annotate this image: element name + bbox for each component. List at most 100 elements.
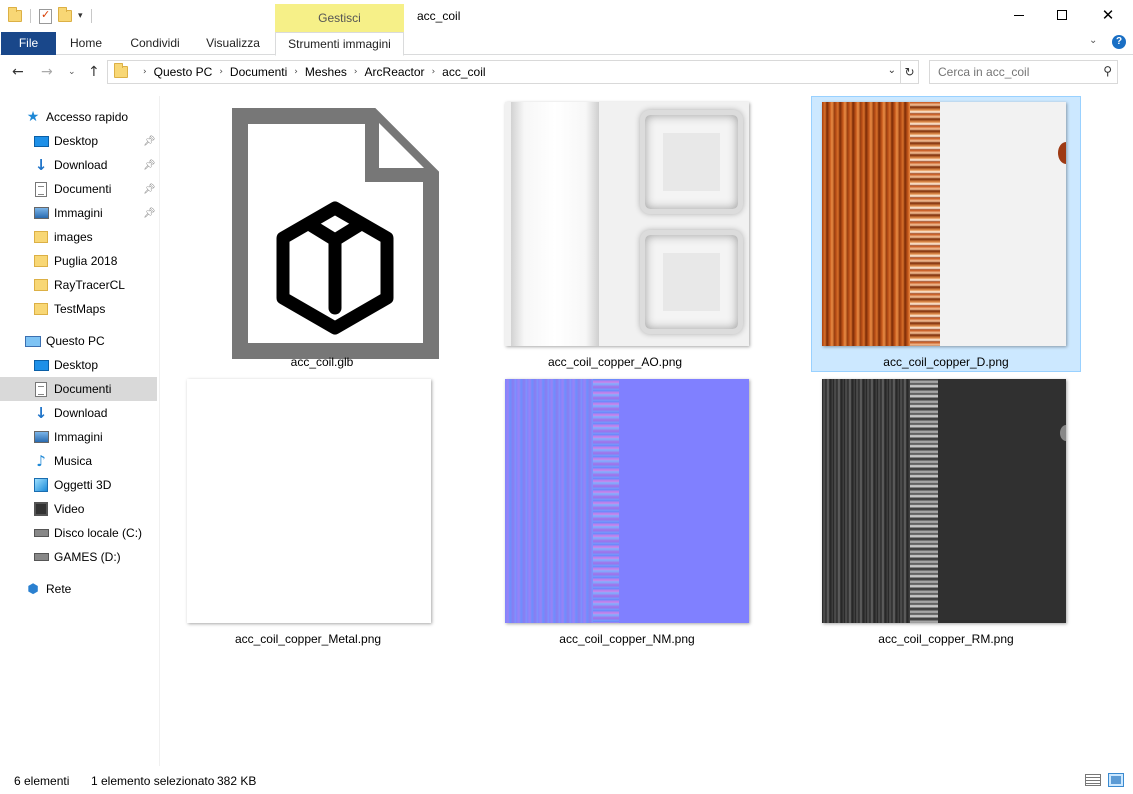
title-bar: ▾ Gestisci acc_coil ✕ <box>0 0 1133 32</box>
refresh-button[interactable]: ↻ <box>901 60 919 84</box>
thumbnail-metal <box>187 379 431 623</box>
sidebar-item-label: Immagini <box>54 206 103 220</box>
selection-size: 382 KB <box>217 774 257 788</box>
chevron-right-icon[interactable]: › <box>432 67 436 77</box>
back-button[interactable]: ← <box>12 64 24 80</box>
file-item[interactable]: acc_coil.glb <box>187 96 457 372</box>
sidebar-item-documents[interactable]: Documenti <box>0 377 157 401</box>
sidebar-item-label: Video <box>54 502 85 516</box>
sidebar-item-label: Accesso rapido <box>46 110 129 124</box>
chevron-down-icon[interactable]: ⌄ <box>888 65 896 76</box>
texture-strip <box>822 379 912 623</box>
breadcrumb-documents[interactable]: Documenti <box>230 65 287 79</box>
sidebar-item-pictures[interactable]: Immagini <box>0 425 157 449</box>
network-icon: ⬢ <box>27 581 39 597</box>
chevron-right-icon[interactable]: › <box>143 67 147 77</box>
chevron-right-icon[interactable]: › <box>219 67 223 77</box>
thumbnail-ao <box>505 102 749 346</box>
item-count: 6 elementi <box>14 774 70 788</box>
expand-ribbon-icon[interactable]: ⌄ <box>1089 35 1097 46</box>
search-icon[interactable]: ⚲ <box>1103 64 1112 78</box>
pin-icon[interactable]: 📌︎ <box>143 184 156 195</box>
texture-bands <box>593 379 619 623</box>
customize-toolbar-icon[interactable]: ▾ <box>78 11 83 21</box>
sidebar-item-quick-access[interactable]: ★ Accesso rapido <box>0 105 157 129</box>
sidebar-item-label: Immagini <box>54 430 103 444</box>
chevron-right-icon[interactable]: › <box>294 67 298 77</box>
desktop-icon <box>33 357 49 373</box>
download-icon: ↓ <box>34 404 48 422</box>
breadcrumb-arcreactor[interactable]: ArcReactor <box>365 65 425 79</box>
close-button[interactable]: ✕ <box>1085 0 1131 30</box>
address-bar[interactable]: › Questo PC › Documenti › Meshes › ArcRe… <box>107 60 901 84</box>
pictures-icon <box>33 205 49 221</box>
video-icon <box>33 501 49 517</box>
drive-icon <box>33 549 49 565</box>
file-name: acc_coil_copper_Metal.png <box>234 632 382 646</box>
search-box[interactable]: ⚲ <box>929 60 1118 84</box>
sidebar-item-network[interactable]: ⬢ Rete <box>0 577 157 601</box>
sidebar-item-label: TestMaps <box>54 302 106 316</box>
sidebar-item-this-pc[interactable]: Questo PC <box>0 329 157 353</box>
sidebar-item-label: Musica <box>54 454 93 468</box>
sidebar-item-desktop[interactable]: Desktop <box>0 353 157 377</box>
sidebar-item-video[interactable]: Video <box>0 497 157 521</box>
tab-file[interactable]: File <box>1 32 56 55</box>
file-name: acc_coil_copper_NM.png <box>559 632 695 646</box>
breadcrumb-meshes[interactable]: Meshes <box>305 65 347 79</box>
texture-strip <box>505 379 595 623</box>
sidebar-item-label: Oggetti 3D <box>54 478 112 492</box>
tab-view[interactable]: Visualizza <box>198 32 268 55</box>
search-input[interactable] <box>930 61 1090 83</box>
sidebar-item-label: RayTracerCL <box>54 278 125 292</box>
folder-icon <box>33 229 49 245</box>
sidebar-item-label: Disco locale (C:) <box>54 526 143 540</box>
sidebar-item-documents[interactable]: Documenti 📌︎ <box>0 177 157 201</box>
pin-icon[interactable]: 📌︎ <box>143 160 156 171</box>
forward-button[interactable]: → <box>41 64 53 80</box>
texture-detail <box>1060 425 1066 441</box>
sidebar-item-desktop[interactable]: Desktop 📌︎ <box>0 129 157 153</box>
properties-icon[interactable] <box>39 8 52 24</box>
details-view-icon[interactable] <box>1085 774 1101 786</box>
new-folder-icon[interactable] <box>58 7 72 22</box>
sidebar-item-music[interactable]: ♪ Musica <box>0 449 157 473</box>
tab-picture-tools[interactable]: Strumenti immagini <box>275 32 404 56</box>
tab-share[interactable]: Condividi <box>122 32 188 55</box>
chevron-right-icon[interactable]: › <box>354 67 358 77</box>
sidebar-item-3d-objects[interactable]: Oggetti 3D <box>0 473 157 497</box>
large-icons-view-icon[interactable] <box>1108 773 1124 787</box>
sidebar-item-label: images <box>54 230 93 244</box>
help-icon[interactable]: ? <box>1112 35 1126 49</box>
sidebar-item-puglia-2018[interactable]: Puglia 2018 <box>0 249 157 273</box>
status-bar: 6 elementi 1 elemento selezionato 382 KB <box>0 768 1133 794</box>
pin-icon[interactable]: 📌︎ <box>143 208 156 219</box>
breadcrumb-acc-coil[interactable]: acc_coil <box>442 65 485 79</box>
sidebar-item-label: Download <box>54 158 108 172</box>
up-button[interactable]: ↑ <box>88 64 100 80</box>
pin-icon[interactable]: 📌︎ <box>143 136 156 147</box>
system-drive-icon <box>33 525 49 541</box>
recent-locations-icon[interactable]: ⌄ <box>68 67 76 77</box>
sidebar-item-testmaps[interactable]: TestMaps <box>0 297 157 321</box>
objects-3d-icon <box>33 477 49 493</box>
sidebar-item-download[interactable]: ↓ Download 📌︎ <box>0 153 157 177</box>
document-icon <box>33 181 49 197</box>
tab-home[interactable]: Home <box>60 32 112 55</box>
sidebar-item-download[interactable]: ↓ Download <box>0 401 157 425</box>
sidebar-item-raytracercl[interactable]: RayTracerCL <box>0 273 157 297</box>
texture-detail <box>1058 142 1066 164</box>
sidebar-item-label: Rete <box>46 582 72 596</box>
sidebar-item-games-drive[interactable]: GAMES (D:) <box>0 545 157 569</box>
sidebar-item-local-disk[interactable]: Disco locale (C:) <box>0 521 157 545</box>
sidebar-item-label: Questo PC <box>46 334 105 348</box>
pictures-icon <box>33 429 49 445</box>
file-name: acc_coil_copper_D.png <box>883 355 1009 369</box>
breadcrumb-this-pc[interactable]: Questo PC <box>154 65 213 79</box>
sidebar-item-pictures[interactable]: Immagini 📌︎ <box>0 201 157 225</box>
maximize-button[interactable] <box>1039 0 1085 30</box>
texture-strip <box>511 102 599 346</box>
sidebar-item-images[interactable]: images <box>0 225 157 249</box>
minimize-button[interactable] <box>996 0 1042 30</box>
thumbnail-diffuse <box>822 102 1066 346</box>
